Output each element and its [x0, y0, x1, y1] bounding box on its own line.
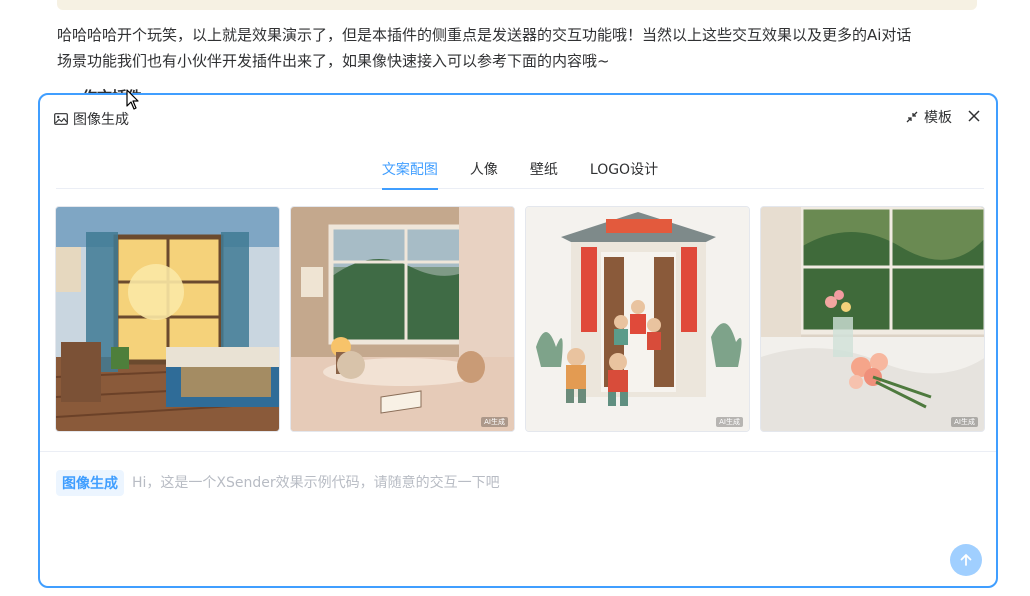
intro-line-1: 哈哈哈哈开个玩笑，以上就是效果演示了，但是本插件的侧重点是发送器的交互功能哦！当… — [57, 26, 912, 44]
sender-row: 图像生成 — [56, 468, 976, 498]
rainy-window-bed-image[interactable]: AI生成 — [290, 206, 515, 432]
rainy-bedroom-illustration — [291, 207, 514, 431]
festival-illustration — [526, 207, 749, 431]
sender-divider — [40, 451, 996, 452]
flowers-on-bed-image[interactable]: AI生成 — [760, 206, 985, 432]
bedroom-illustration — [56, 207, 279, 431]
mouse-pointer-icon — [126, 89, 139, 110]
bedroom-sunlit-window-image[interactable] — [55, 206, 280, 432]
sender-input[interactable] — [132, 475, 976, 491]
template-label: 模板 — [924, 110, 952, 126]
send-button[interactable] — [950, 544, 982, 576]
flowers-illustration — [761, 207, 984, 431]
panel-title: 图像生成 — [54, 109, 129, 129]
image-gallery: AI生成 AI生成 AI生成 — [55, 206, 985, 432]
sender-skill-tag[interactable]: 图像生成 — [56, 470, 124, 496]
previous-block-edge — [57, 0, 977, 10]
card-2-watermark: AI生成 — [481, 417, 508, 427]
spring-festival-children-image[interactable]: AI生成 — [525, 206, 750, 432]
tab-copywriting-illustration[interactable]: 文案配图 — [366, 153, 454, 190]
image-generation-panel: 图像生成 模板 文案配图 人像 壁纸 LOGO设计 AI生成 AI生成 AI生成… — [38, 93, 998, 588]
tab-wallpaper[interactable]: 壁纸 — [514, 153, 574, 189]
panel-header: 图像生成 模板 — [40, 95, 996, 139]
tab-portrait[interactable]: 人像 — [454, 153, 514, 189]
category-tabs: 文案配图 人像 壁纸 LOGO设计 — [56, 153, 984, 190]
close-icon[interactable] — [966, 108, 982, 124]
panel-title-text: 图像生成 — [73, 112, 129, 128]
shrink-icon — [906, 111, 918, 123]
intro-paragraph: 哈哈哈哈开个玩笑，以上就是效果演示了，但是本插件的侧重点是发送器的交互功能哦！当… — [57, 22, 987, 74]
image-icon — [54, 113, 68, 125]
tab-logo-design[interactable]: LOGO设计 — [574, 153, 674, 189]
template-button[interactable]: 模板 — [906, 107, 952, 127]
intro-line-2: 场景功能我们也有小伙伴开发插件出来了，如果像快速接入可以参考下面的内容哦~ — [57, 52, 610, 70]
arrow-up-icon — [960, 554, 972, 566]
card-3-watermark: AI生成 — [716, 417, 743, 427]
card-4-watermark: AI生成 — [951, 417, 978, 427]
